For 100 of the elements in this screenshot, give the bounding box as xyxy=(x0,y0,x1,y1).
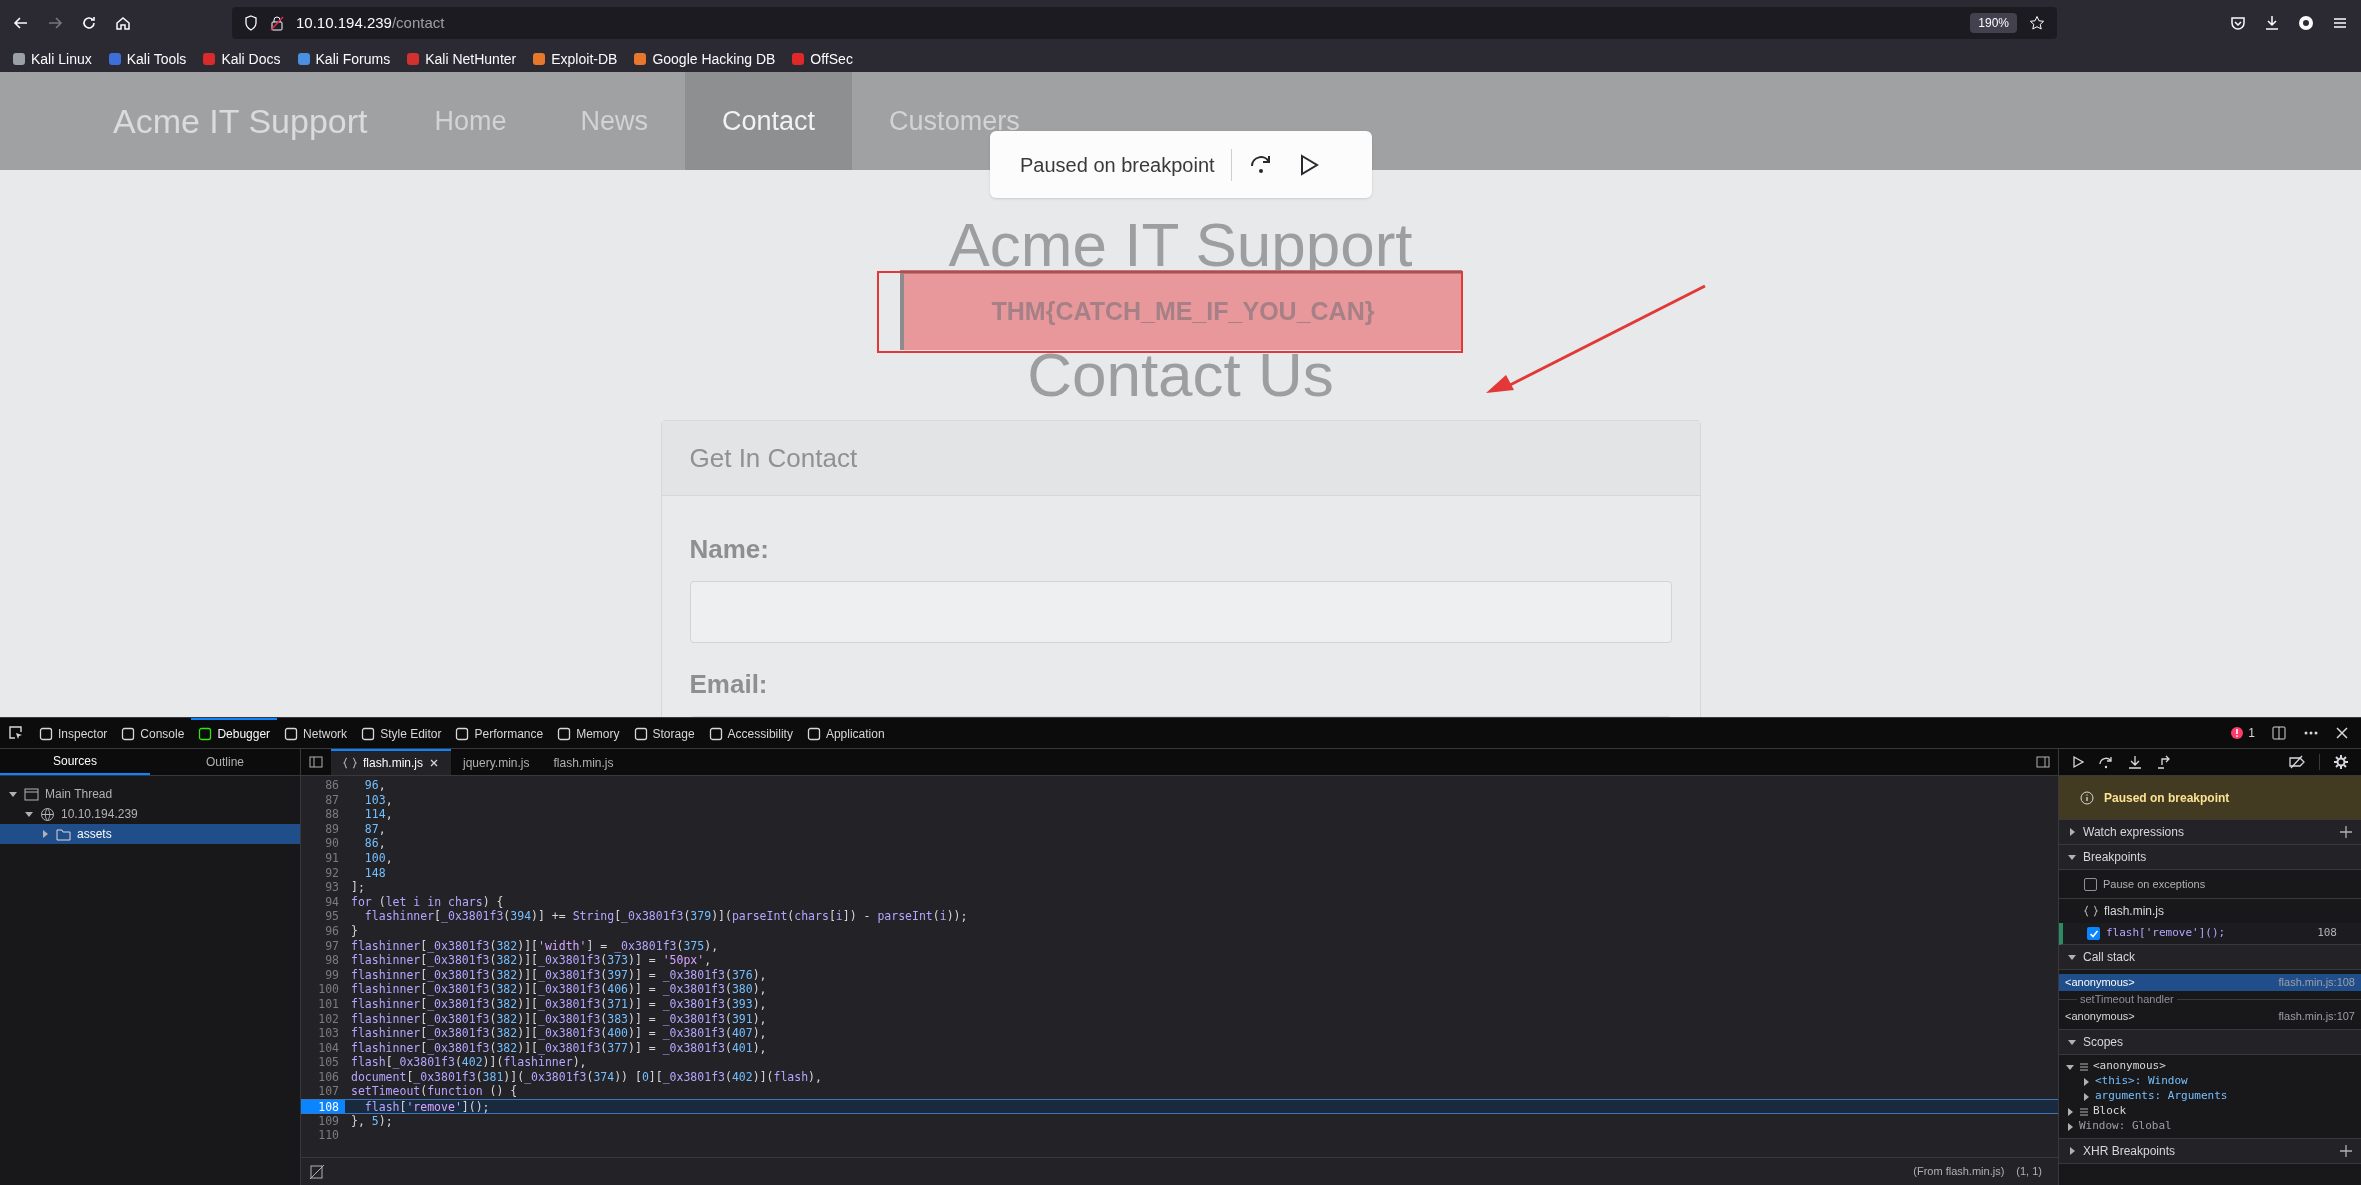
add-icon[interactable] xyxy=(2339,1144,2353,1158)
element-picker-icon[interactable] xyxy=(8,725,24,741)
code-line: }, 5); xyxy=(350,1113,393,1129)
address-bar[interactable]: 10.10.194.239/contact 190% xyxy=(232,7,2057,39)
sidebar-toggle-icon[interactable] xyxy=(309,756,323,768)
tree-item[interactable]: 10.10.194.239 xyxy=(0,804,300,824)
caret-icon[interactable] xyxy=(2067,852,2077,862)
bookmark[interactable]: OffSec xyxy=(791,48,853,70)
section-header[interactable]: XHR Breakpoints xyxy=(2059,1139,2361,1164)
close-icon[interactable] xyxy=(2335,726,2349,740)
breakpoint-code: flash['remove'](); xyxy=(2106,925,2227,942)
scope-item[interactable]: Block xyxy=(2059,1104,2361,1119)
async-separator-label: setTimeout handler xyxy=(2079,992,2175,1008)
caret-icon[interactable] xyxy=(2067,1146,2077,1156)
tree-item[interactable]: Main Thread xyxy=(0,784,300,804)
bookmark[interactable]: Kali Docs xyxy=(202,48,281,70)
flag-banner: THM{CATCH_ME_IF_YOU_CAN} xyxy=(900,270,1462,350)
caret-icon[interactable] xyxy=(40,829,50,839)
tree-item[interactable]: assets xyxy=(0,824,300,844)
step-out-icon[interactable] xyxy=(2156,755,2172,769)
bookmark-icon xyxy=(12,52,26,66)
bookmark[interactable]: Kali Linux xyxy=(12,48,92,70)
caret-icon[interactable] xyxy=(2067,1037,2077,1047)
source-map-label[interactable]: (From flash.min.js) xyxy=(1913,1163,2005,1180)
devtools-tab[interactable]: Performance xyxy=(448,718,551,748)
disable-source-map-icon[interactable] xyxy=(309,1163,325,1180)
caret-icon[interactable] xyxy=(2065,1121,2075,1132)
pocket-icon[interactable] xyxy=(2229,14,2247,32)
bookmark-icon xyxy=(202,52,217,66)
shield-icon xyxy=(244,15,258,31)
resume-icon[interactable] xyxy=(2071,755,2085,769)
section-header[interactable]: Scopes xyxy=(2059,1030,2361,1055)
account-icon[interactable] xyxy=(2297,14,2315,32)
line-number: 97 xyxy=(324,938,340,954)
close-icon[interactable] xyxy=(429,758,440,768)
checkbox[interactable] xyxy=(2087,927,2100,940)
sidebar-toggle-icon[interactable] xyxy=(2036,756,2050,768)
caret-icon[interactable] xyxy=(24,809,34,819)
devtools-tab[interactable]: Console xyxy=(114,718,192,748)
line-number: 103 xyxy=(317,1026,340,1041)
code-line: flashinner[_0x3801f3(382)][_0x3801f3(406)] = _0x3801f3(380), xyxy=(350,982,767,997)
add-icon[interactable] xyxy=(2339,825,2353,839)
devtools-tab[interactable]: Application xyxy=(799,718,892,748)
devtools-tab[interactable]: Inspector xyxy=(32,718,115,748)
bookmark-icon xyxy=(532,52,547,66)
scope-item[interactable]: <this>: Window xyxy=(2059,1074,2361,1089)
file-tab[interactable]: jquery.min.js xyxy=(451,749,542,775)
devtools-tab[interactable]: Style Editor xyxy=(354,718,449,748)
line-number: 107 xyxy=(317,1084,340,1100)
lock-icon xyxy=(270,15,284,31)
reload-icon[interactable] xyxy=(80,14,98,32)
devtools-tab[interactable]: Network xyxy=(277,718,355,748)
bookmark[interactable]: Kali NetHunter xyxy=(406,48,517,70)
sidebar-tab[interactable]: Sources xyxy=(0,749,150,775)
devtools-tab[interactable]: Storage xyxy=(626,718,702,748)
input-field[interactable] xyxy=(689,581,1672,643)
code-line: 114, xyxy=(363,807,393,822)
caret-icon[interactable] xyxy=(2065,1106,2075,1117)
devtools-tab[interactable]: Memory xyxy=(550,718,627,748)
scope-item[interactable]: <anonymous> xyxy=(2059,1059,2361,1074)
settings-icon[interactable] xyxy=(2333,754,2349,770)
code-line: flashinner[_0x3801f3(382)][_0x3801f3(371)] = _0x3801f3(393), xyxy=(350,996,767,1012)
file-tab[interactable]: flash.min.js xyxy=(331,749,452,775)
checkbox[interactable] xyxy=(2084,877,2097,891)
caret-icon[interactable] xyxy=(2067,827,2077,837)
bookmark-icon xyxy=(791,52,806,66)
paused-label: Paused on breakpoint xyxy=(1020,152,1215,178)
call-stack-frame[interactable]: <anonymous> flash.min.js:107 xyxy=(2059,1008,2361,1025)
line-number: 98 xyxy=(324,953,340,968)
section-header[interactable]: Call stack xyxy=(2059,945,2361,970)
star-icon[interactable] xyxy=(2029,15,2045,31)
error-count[interactable]: 1 xyxy=(2248,724,2255,742)
code-line: 96, xyxy=(363,778,386,793)
section-header[interactable]: Watch expressions xyxy=(2059,820,2361,845)
step-in-icon[interactable] xyxy=(2127,755,2143,769)
deactivate-breakpoints-icon[interactable] xyxy=(2288,755,2306,769)
bookmark[interactable]: Google Hacking DB xyxy=(633,48,776,70)
call-stack-frame[interactable]: <anonymous> flash.min.js:108 xyxy=(2059,974,2361,991)
sidebar-tab[interactable]: Outline xyxy=(150,749,300,775)
dock-icon[interactable] xyxy=(2271,725,2287,741)
folder-icon xyxy=(56,826,71,842)
bookmark[interactable]: Kali Tools xyxy=(107,48,187,70)
line-number: 110 xyxy=(317,1128,340,1143)
caret-icon[interactable] xyxy=(2081,1091,2091,1102)
file-tab[interactable]: flash.min.js xyxy=(541,749,626,775)
download-icon[interactable] xyxy=(2263,14,2281,32)
section-header[interactable]: Breakpoints xyxy=(2059,845,2361,870)
scope-item[interactable]: arguments: Arguments xyxy=(2059,1089,2361,1104)
caret-icon[interactable] xyxy=(2081,1076,2091,1087)
home-icon[interactable] xyxy=(114,14,132,32)
zoom-level[interactable]: 190% xyxy=(1970,13,2017,33)
scope-item[interactable]: Window: Global xyxy=(2059,1119,2361,1134)
devtools-tab[interactable]: Accessibility xyxy=(701,718,800,748)
bookmark[interactable]: Exploit-DB xyxy=(532,48,618,70)
step-over-icon[interactable] xyxy=(2098,755,2114,769)
caret-icon[interactable] xyxy=(2067,952,2077,962)
caret-icon[interactable] xyxy=(8,789,18,799)
bookmark-icon xyxy=(107,52,122,66)
bookmark[interactable]: Kali Forums xyxy=(296,48,391,70)
code-line: flashinner[_0x3801f3(382)]['width'] = _0x3801f3(375), xyxy=(350,938,719,954)
